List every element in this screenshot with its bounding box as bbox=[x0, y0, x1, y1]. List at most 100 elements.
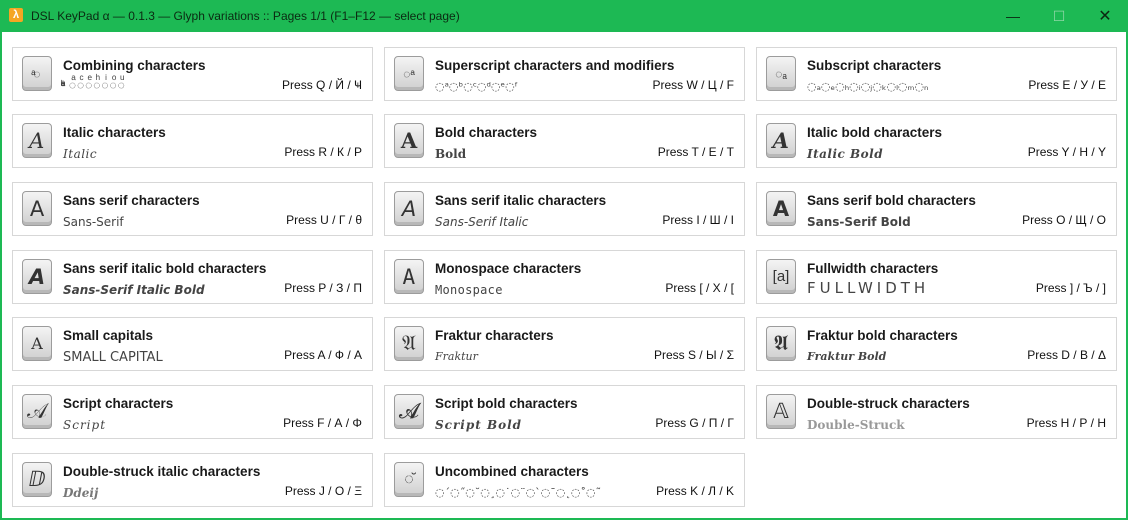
app-window: λ DSL KeyPad α — 0.1.3 — Glyph variation… bbox=[0, 0, 1128, 520]
card-fraktur-bold[interactable]: 𝕬 Fraktur bold characters Fraktur Bold P… bbox=[756, 317, 1117, 371]
card-shortcut: Press K / Л / K bbox=[656, 484, 734, 498]
keycap-icon: A bbox=[766, 191, 796, 226]
card-title: Double-struck characters bbox=[807, 396, 970, 411]
maximize-button[interactable]: ☐ bbox=[1036, 0, 1082, 32]
keycap-icon: A bbox=[22, 191, 52, 226]
card-italic[interactable]: A Italic characters Italic Press R / К /… bbox=[12, 114, 373, 168]
card-sample: Ddeij bbox=[63, 486, 99, 500]
card-sample: Script bbox=[63, 418, 107, 432]
card-shortcut: Press R / К / P bbox=[284, 145, 362, 159]
card-shortcut: Press O / Щ / O bbox=[1022, 213, 1106, 227]
card-sample: Script Bold bbox=[435, 418, 523, 432]
card-title: Script characters bbox=[63, 396, 174, 411]
keycap-icon: [a] bbox=[766, 259, 796, 294]
card-title: Superscript characters and modifiers bbox=[435, 58, 675, 73]
card-shortcut: Press F / А / Φ bbox=[283, 416, 362, 430]
card-small-capitals[interactable]: A Small capitals SMALL CAPITAL Press A /… bbox=[12, 317, 373, 371]
card-subscript[interactable]: ◌ₐ Subscript characters ◌ₐ◌ₑ◌ₕ◌ᵢ◌ⱼ◌ₖ◌ₗ◌ₘ… bbox=[756, 47, 1117, 101]
card-title: Sans serif bold characters bbox=[807, 193, 976, 208]
card-italic-bold[interactable]: A Italic bold characters Italic Bold Pre… bbox=[756, 114, 1117, 168]
card-title: Combining characters bbox=[63, 58, 206, 73]
card-sample: Bold bbox=[435, 147, 467, 161]
card-superscript[interactable]: ◌ᵃ Superscript characters and modifiers … bbox=[384, 47, 745, 101]
card-sample: ◌ₐ◌ₑ◌ₕ◌ᵢ◌ⱼ◌ₖ◌ₗ◌ₘ◌ₙ bbox=[807, 80, 929, 93]
card-sans-serif[interactable]: A Sans serif characters Sans-Serif Press… bbox=[12, 182, 373, 236]
card-shortcut: Press G / П / Γ bbox=[655, 416, 734, 430]
keycap-icon: 𝒜 bbox=[22, 394, 52, 429]
keycap-icon: A bbox=[394, 259, 424, 294]
keycap-icon: ⅅ bbox=[22, 462, 52, 497]
card-shortcut: Press J / О / Ξ bbox=[284, 484, 362, 498]
card-shortcut: Press I / Ш / I bbox=[662, 213, 734, 227]
card-uncombined[interactable]: ◌̆ Uncombined characters ◌´◌˝◌˘◌¸◌˙◌¨◌`◌… bbox=[384, 453, 745, 507]
card-sample: FULLWIDTH bbox=[807, 279, 930, 297]
card-title: Italic characters bbox=[63, 125, 166, 140]
card-sample: Sans-Serif bbox=[63, 215, 124, 229]
card-fullwidth[interactable]: [a] Fullwidth characters FULLWIDTH Press… bbox=[756, 250, 1117, 304]
card-sample: ◌ᵃ◌ᵇ◌ᶜ◌ᵈ◌ᵉ◌ᶠ bbox=[435, 80, 518, 93]
minimize-button[interactable]: — bbox=[990, 0, 1036, 32]
card-sample: ͣͨͤͪͥͦͧ ◌ͣ◌ͨ◌ͤ◌ͪ◌ͥ◌ͦ◌ͧ bbox=[63, 78, 126, 92]
card-sample: Fraktur Bold bbox=[807, 350, 887, 363]
card-sample: Sans-Serif Bold bbox=[807, 215, 911, 229]
card-sans-serif-italic[interactable]: A Sans serif italic characters Sans-Seri… bbox=[384, 182, 745, 236]
app-icon: λ bbox=[9, 8, 23, 22]
card-script-bold[interactable]: 𝓐 Script bold characters Script Bold Pre… bbox=[384, 385, 745, 439]
keycap-icon: A bbox=[394, 191, 424, 226]
card-double-struck-italic[interactable]: ⅅ Double-struck italic characters Ddeij … bbox=[12, 453, 373, 507]
card-fraktur[interactable]: 𝔄 Fraktur characters Fraktur Press S / Ы… bbox=[384, 317, 745, 371]
card-sample: Fraktur bbox=[435, 350, 478, 363]
card-shortcut: Press A / Ф / A bbox=[284, 348, 362, 362]
card-sample: SMALL CAPITAL bbox=[63, 350, 163, 365]
card-title: Sans serif italic characters bbox=[435, 193, 607, 208]
card-title: Fullwidth characters bbox=[807, 261, 939, 276]
glyph-variations-panel: ͣ◌ Combining characters ͣͨͤͪͥͦͧ ◌ͣ◌ͨ◌ͤ◌ͪ… bbox=[2, 32, 1126, 518]
card-sample: Italic bbox=[63, 147, 98, 161]
title-bar[interactable]: λ DSL KeyPad α — 0.1.3 — Glyph variation… bbox=[0, 0, 1128, 32]
keycap-icon: ͣ◌ bbox=[22, 56, 52, 91]
keycap-icon: 𝕬 bbox=[766, 326, 796, 361]
card-shortcut: Press T / Е / T bbox=[657, 145, 734, 159]
card-title: Uncombined characters bbox=[435, 464, 589, 479]
card-bold[interactable]: A Bold characters Bold Press T / Е / T bbox=[384, 114, 745, 168]
keycap-icon: 𝔄 bbox=[394, 326, 424, 361]
card-shortcut: Press W / Ц / F bbox=[652, 78, 734, 92]
card-title: Small capitals bbox=[63, 328, 154, 343]
keycap-icon: A bbox=[394, 123, 424, 158]
keycap-icon: A bbox=[22, 326, 52, 361]
card-sample: Sans-Serif Italic Bold bbox=[63, 283, 205, 297]
card-title: Italic bold characters bbox=[807, 125, 943, 140]
card-shortcut: Press Y / Н / Y bbox=[1027, 145, 1106, 159]
card-title: Double-struck italic characters bbox=[63, 464, 261, 479]
card-shortcut: Press S / Ы / Σ bbox=[653, 348, 734, 362]
card-shortcut: Press H / Р / H bbox=[1026, 416, 1106, 430]
close-button[interactable]: ✕ bbox=[1082, 0, 1128, 32]
card-title: Fraktur bold characters bbox=[807, 328, 958, 343]
card-sample: Monospace bbox=[435, 283, 503, 297]
card-title: Monospace characters bbox=[435, 261, 582, 276]
card-shortcut: Press U / Г / θ bbox=[286, 213, 362, 227]
keycap-icon: 𝓐 bbox=[394, 394, 424, 429]
card-sample: Double-Struck bbox=[807, 418, 905, 432]
keycap-icon: A bbox=[766, 123, 796, 158]
card-shortcut: Press [ / Х / [ bbox=[665, 281, 734, 295]
window-title: DSL KeyPad α — 0.1.3 — Glyph variations … bbox=[31, 9, 460, 23]
keycap-icon: 𝔸 bbox=[766, 394, 796, 429]
keycap-icon: ◌̆ bbox=[394, 462, 424, 497]
card-sample: Italic Bold bbox=[807, 147, 884, 161]
card-title: Fraktur characters bbox=[435, 328, 554, 343]
keycap-icon: ◌ᵃ bbox=[394, 56, 424, 91]
keycap-icon: A bbox=[22, 123, 52, 158]
card-title: Bold characters bbox=[435, 125, 538, 140]
card-combining[interactable]: ͣ◌ Combining characters ͣͨͤͪͥͦͧ ◌ͣ◌ͨ◌ͤ◌ͪ… bbox=[12, 47, 373, 101]
card-title: Sans serif characters bbox=[63, 193, 200, 208]
card-shortcut: Press Q / Й / Ҹ bbox=[282, 78, 362, 92]
card-sans-serif-italic-bold[interactable]: A Sans serif italic bold characters Sans… bbox=[12, 250, 373, 304]
keycap-icon: A bbox=[22, 259, 52, 294]
card-title: Subscript characters bbox=[807, 58, 942, 73]
card-shortcut: Press P / З / Π bbox=[284, 281, 362, 295]
card-double-struck[interactable]: 𝔸 Double-struck characters Double-Struck… bbox=[756, 385, 1117, 439]
card-monospace[interactable]: A Monospace characters Monospace Press [… bbox=[384, 250, 745, 304]
card-script[interactable]: 𝒜 Script characters Script Press F / А /… bbox=[12, 385, 373, 439]
card-sans-serif-bold[interactable]: A Sans serif bold characters Sans-Serif … bbox=[756, 182, 1117, 236]
